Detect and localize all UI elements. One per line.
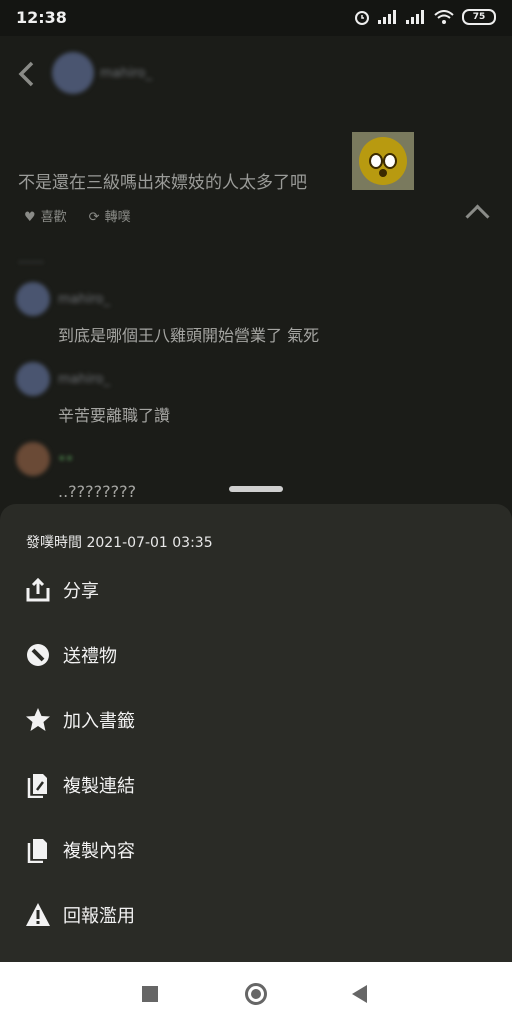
recent-apps-icon[interactable] bbox=[142, 986, 158, 1002]
reply-summary: …… bbox=[18, 252, 44, 267]
sheet-drag-handle[interactable] bbox=[229, 486, 283, 492]
status-time: 12:38 bbox=[16, 8, 67, 27]
comment-author: •• bbox=[58, 452, 74, 467]
comment-text: ..???????? bbox=[58, 482, 137, 501]
system-nav-bar bbox=[0, 962, 512, 1024]
heart-icon: ♥ bbox=[24, 210, 36, 225]
wifi-icon bbox=[434, 10, 454, 24]
warning-icon bbox=[25, 902, 51, 928]
menu-item-label: 分享 bbox=[63, 581, 99, 602]
menu-item-label: 送禮物 bbox=[63, 646, 117, 667]
star-icon bbox=[25, 707, 51, 733]
back-arrow-icon[interactable] bbox=[16, 60, 38, 88]
post-actions: ♥ 喜歡 ⟳ 轉噗 bbox=[24, 206, 131, 225]
post-text: 不是還在三級嗎出來嫖妓的人太多了吧 bbox=[18, 173, 307, 193]
gift-icon bbox=[25, 642, 51, 668]
menu-item-label: 複製內容 bbox=[63, 841, 135, 862]
avatar[interactable] bbox=[16, 442, 50, 476]
copy-link-icon bbox=[25, 772, 51, 798]
action-sheet: 發噗時間 2021-07-01 03:35 分享 送禮物 加入書籤 複製連結 複… bbox=[0, 504, 512, 962]
menu-item-copy-content[interactable]: 複製內容 bbox=[0, 818, 512, 882]
signal-icon bbox=[378, 10, 396, 24]
menu-item-report-abuse[interactable]: 回報濫用 bbox=[0, 883, 512, 947]
post-author[interactable]: mahiro_ bbox=[100, 66, 152, 81]
back-icon[interactable] bbox=[352, 985, 367, 1003]
comment-text: 辛苦要離職了讚 bbox=[58, 406, 171, 425]
emoji-sticker bbox=[352, 132, 414, 190]
menu-item-share[interactable]: 分享 bbox=[0, 558, 512, 622]
status-icons: 75 bbox=[354, 9, 496, 25]
avatar[interactable] bbox=[16, 282, 50, 316]
menu-item-label: 加入書籤 bbox=[63, 711, 135, 732]
comment-author: mahiro_ bbox=[58, 292, 110, 307]
battery-icon: 75 bbox=[462, 9, 496, 25]
menu-item-label: 複製連結 bbox=[63, 776, 135, 797]
share-icon bbox=[25, 577, 51, 603]
comment-author: mahiro_ bbox=[58, 372, 110, 387]
menu-item-label: 回報濫用 bbox=[63, 906, 135, 927]
post-background: mahiro_ 不是還在三級嗎出來嫖妓的人太多了吧 ♥ 喜歡 ⟳ 轉噗 …… mah… bbox=[0, 36, 512, 506]
surprised-emoji-icon bbox=[359, 137, 407, 185]
menu-item-bookmark[interactable]: 加入書籤 bbox=[0, 688, 512, 752]
avatar[interactable] bbox=[16, 362, 50, 396]
comment-text: 到底是哪個王八雞頭開始營業了 氣死 bbox=[58, 326, 320, 345]
home-icon[interactable] bbox=[245, 983, 267, 1005]
post-timestamp: 發噗時間 2021-07-01 03:35 bbox=[26, 535, 213, 551]
menu-item-copy-link[interactable]: 複製連結 bbox=[0, 753, 512, 817]
like-button[interactable]: ♥ 喜歡 bbox=[24, 206, 67, 225]
collapse-icon[interactable] bbox=[465, 204, 490, 229]
menu-item-gift[interactable]: 送禮物 bbox=[0, 623, 512, 687]
replurk-icon: ⟳ bbox=[88, 210, 100, 225]
signal-roaming-icon bbox=[406, 10, 424, 24]
alarm-icon bbox=[355, 11, 369, 25]
replurk-button[interactable]: ⟳ 轉噗 bbox=[89, 206, 131, 225]
avatar[interactable] bbox=[52, 52, 94, 94]
copy-content-icon bbox=[25, 837, 51, 863]
status-bar: 12:38 75 bbox=[0, 0, 512, 36]
